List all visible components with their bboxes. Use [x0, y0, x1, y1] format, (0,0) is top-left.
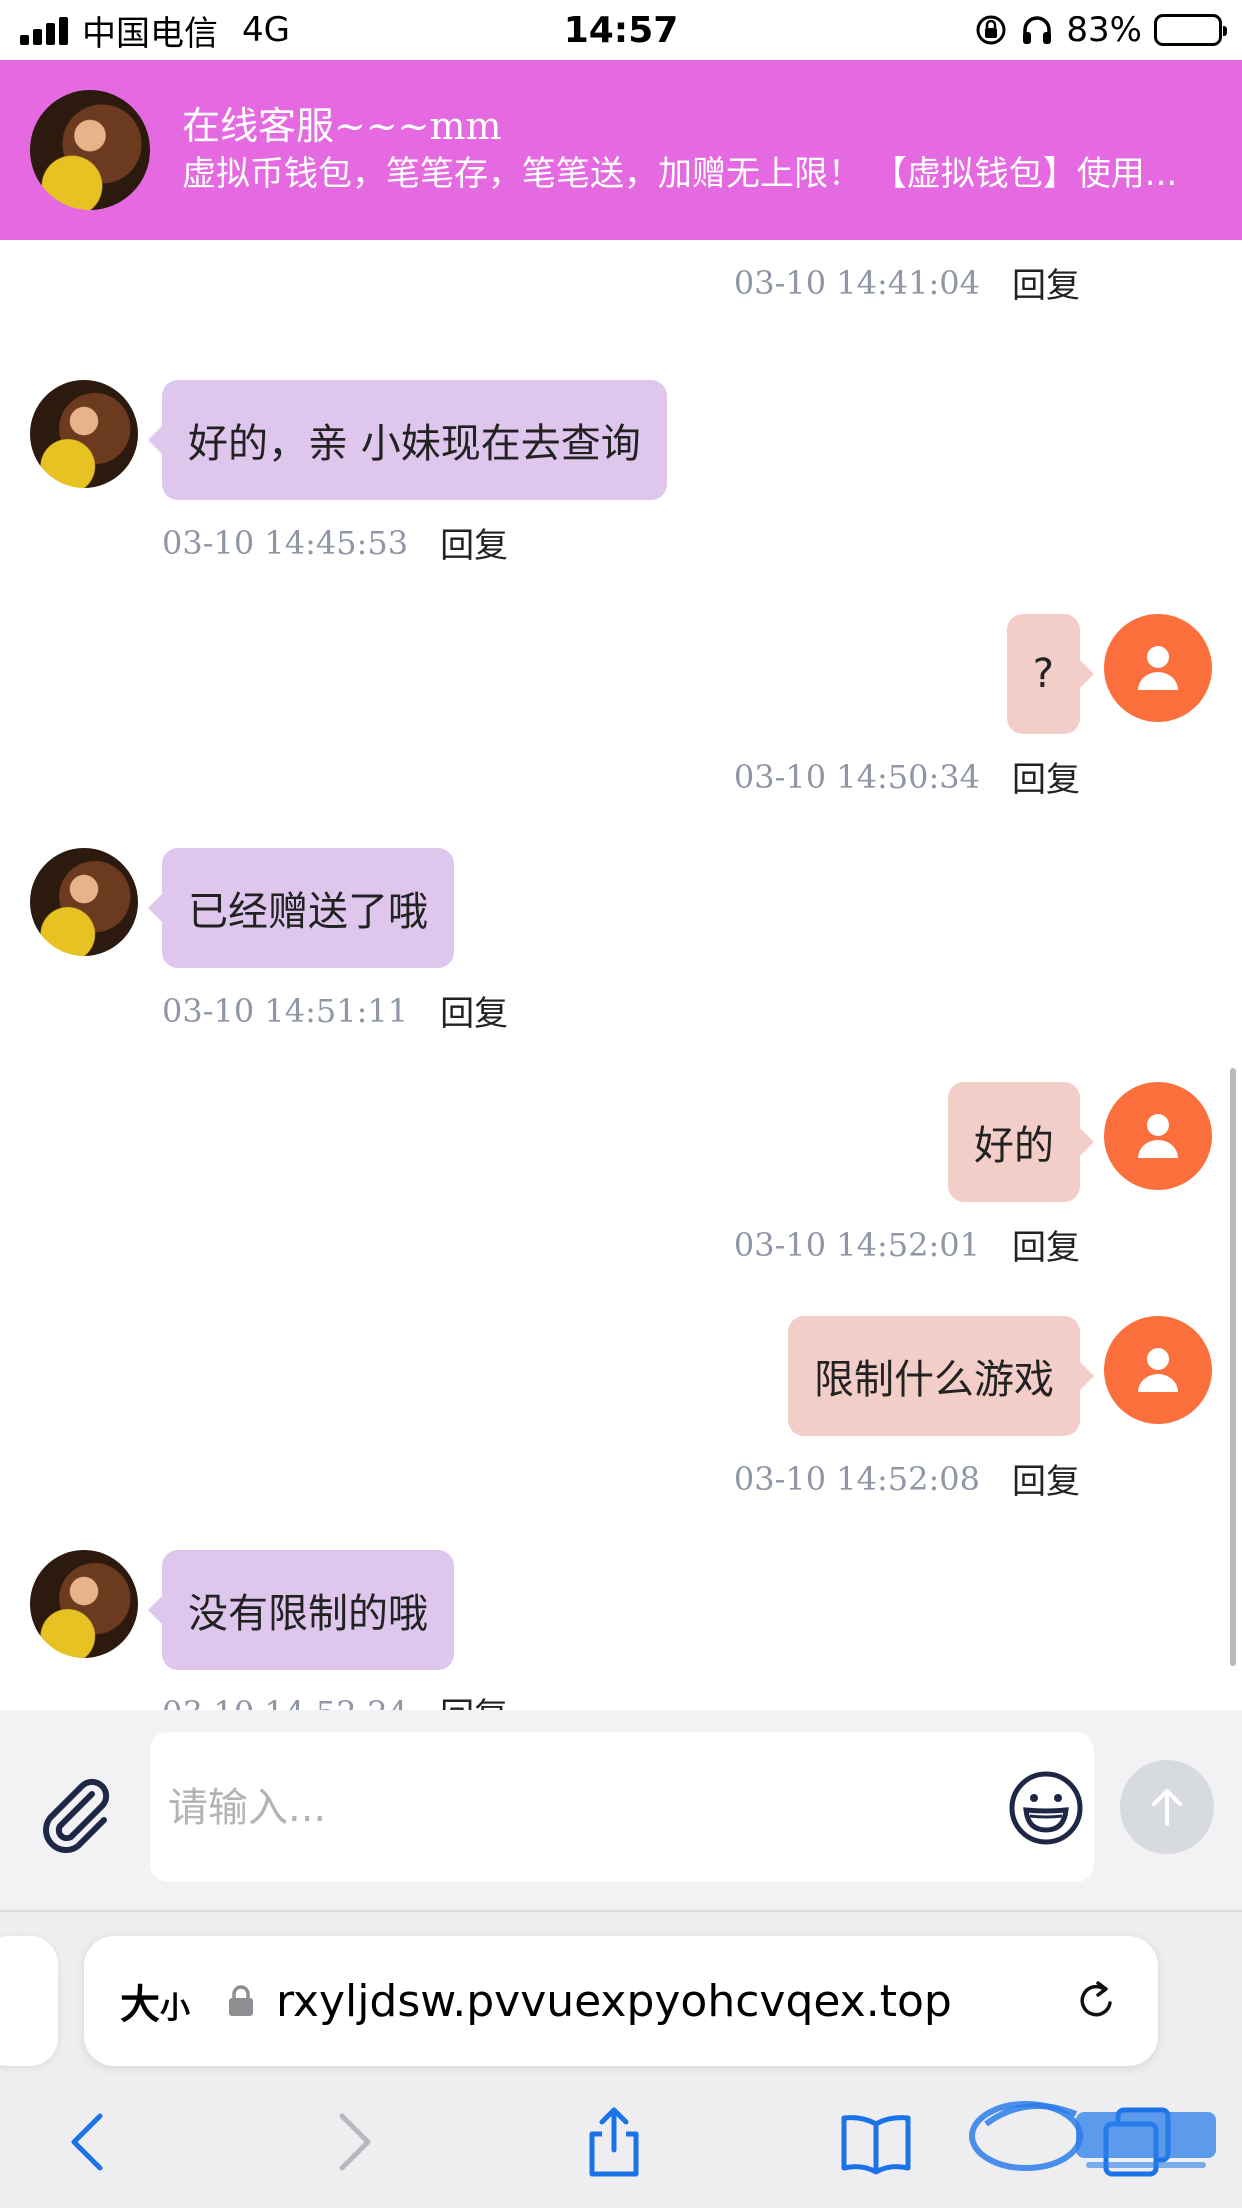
orientation-lock-icon — [976, 15, 1006, 45]
lock-icon — [229, 1985, 253, 2016]
message-bubble[interactable]: 好的 — [948, 1082, 1094, 1202]
watermark-logo — [969, 2101, 1216, 2171]
user-avatar — [1104, 1316, 1212, 1424]
battery-percent: 83% — [1066, 10, 1142, 50]
message-bubble[interactable]: 限制什么游戏 — [788, 1316, 1094, 1436]
chat-header: 在线客服~~~mm 虚拟币钱包，笔笔存，笔笔送，加赠无上限！ 【虚拟钱包】使用.… — [0, 60, 1242, 240]
status-bar: 中国电信 4G 14:57 83% — [0, 0, 1242, 60]
send-button[interactable] — [1120, 1760, 1214, 1854]
status-right: 83% — [974, 10, 1227, 50]
message-meta: 03-10 14:52:01 回复 — [734, 1220, 1080, 1269]
message-timestamp: 03-10 14:50:34 — [733, 757, 980, 796]
header-announcement[interactable]: 虚拟币钱包，笔笔存，笔笔送，加赠无上限！ 【虚拟钱包】使用... — [182, 150, 1242, 198]
person-icon — [1138, 1348, 1178, 1392]
reply-button[interactable]: 回复 — [440, 1688, 508, 1710]
user-avatar — [1104, 1082, 1212, 1190]
headphones-icon — [1023, 16, 1052, 44]
reply-button[interactable]: 回复 — [1012, 258, 1080, 307]
reply-button[interactable]: 回复 — [1012, 752, 1080, 801]
header-text: 在线客服~~~mm 虚拟币钱包，笔笔存，笔笔送，加赠无上限！ 【虚拟钱包】使用.… — [182, 102, 1242, 198]
reply-button[interactable]: 回复 — [1012, 1454, 1080, 1503]
carrier-label: 中国电信 — [82, 13, 218, 54]
message-timestamp: 03-10 14:52:01 — [733, 1225, 980, 1264]
message-timestamp: 03-10 14:45:53 — [162, 523, 409, 562]
address-bar[interactable]: 大小 rxyljdsw.pvvuexpyohcvqex.top — [84, 1936, 1158, 2066]
chat-page: 中国电信 4G 14:57 83% 在线客服~~~mm 虚拟币钱包，笔笔存，笔笔… — [0, 0, 1242, 2208]
network-label: 4G — [242, 10, 290, 50]
message-input[interactable] — [168, 1768, 968, 1848]
message-timestamp: 03-10 14:52:08 — [733, 1459, 980, 1498]
text-size-small: 小 — [160, 1991, 190, 2026]
signal-icon — [20, 15, 68, 45]
message-timestamp: 03-10 14:52:24 — [162, 1694, 408, 1711]
message-meta: 03-10 14:52:08 回复 — [734, 1454, 1080, 1503]
person-icon — [1138, 646, 1178, 690]
scrollbar[interactable] — [1230, 1068, 1236, 1666]
message-timestamp: 03-10 14:51:11 — [162, 991, 409, 1030]
reply-button[interactable]: 回复 — [440, 518, 508, 567]
reply-button[interactable]: 回复 — [440, 986, 508, 1035]
input-bar — [0, 1710, 1242, 1912]
url-text: rxyljdsw.pvvuexpyohcvqex.top — [276, 1975, 952, 2027]
bookmarks-icon[interactable] — [836, 2102, 916, 2182]
message-list[interactable]: 03-10 14:41:04 回复 好的，亲 小妹现在去查询 03-10 14:… — [0, 240, 1242, 1710]
forward-icon[interactable] — [314, 2102, 394, 2182]
message-bubble[interactable]: ? — [1006, 614, 1095, 734]
share-icon[interactable] — [574, 2102, 654, 2182]
message-input-container — [150, 1732, 1094, 1882]
previous-tab-preview[interactable] — [0, 1936, 58, 2066]
message-meta: 03-10 14:52:24 回复 — [162, 1688, 508, 1711]
message-meta: 03-10 14:50:34 回复 — [734, 752, 1080, 801]
back-icon[interactable] — [48, 2102, 128, 2182]
agent-avatar — [30, 848, 138, 956]
message-meta: 03-10 14:51:11 回复 — [162, 986, 508, 1035]
agent-avatar — [30, 1550, 138, 1658]
agent-avatar[interactable] — [30, 90, 150, 210]
message-bubble[interactable]: 好的，亲 小妹现在去查询 — [148, 380, 667, 500]
message-bubble[interactable]: 没有限制的哦 — [148, 1550, 454, 1670]
message-bubble[interactable]: 已经赠送了哦 — [148, 848, 454, 968]
agent-name: 在线客服~~~mm — [182, 104, 502, 148]
reply-button[interactable]: 回复 — [1012, 1220, 1080, 1269]
text-size-large: 大 — [120, 1982, 160, 2028]
battery-icon — [1154, 14, 1227, 46]
text-size-button[interactable]: 大小 — [120, 1972, 190, 2030]
message-meta: 03-10 14:45:53 回复 — [162, 518, 508, 567]
reload-icon[interactable] — [1070, 1975, 1122, 2027]
emoji-icon[interactable] — [1006, 1768, 1086, 1848]
attach-icon[interactable] — [34, 1772, 116, 1854]
agent-avatar — [30, 380, 138, 488]
person-icon — [1138, 1114, 1178, 1158]
send-arrow-icon — [1152, 1789, 1182, 1826]
message-timestamp: 03-10 14:41:04 — [733, 263, 980, 302]
message-meta: 03-10 14:41:04 回复 — [734, 258, 1080, 307]
user-avatar — [1104, 614, 1212, 722]
